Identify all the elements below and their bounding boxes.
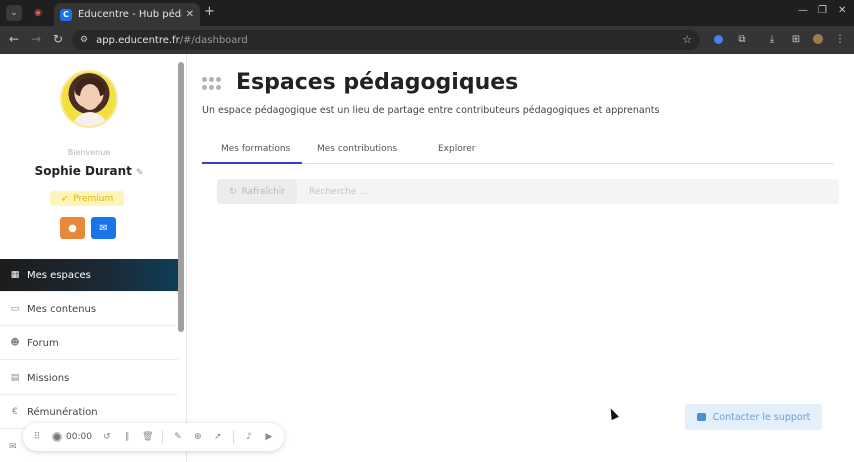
pencil-icon[interactable]: ✎ [136, 168, 144, 178]
tab-title: Educentre - Hub pédag... [77, 9, 182, 20]
tab-mes-formations[interactable]: Mes formations [221, 144, 290, 154]
sidebar-item-label: Rémunération [27, 406, 98, 418]
site-info-icon[interactable]: ⚙ [80, 35, 88, 45]
grid-dots-icon [202, 77, 222, 91]
browser-address-bar: ← → ↻ ⚙ app.educentre.fr/#/dashboard ☆ ⧉… [0, 26, 854, 54]
maximize-icon[interactable]: ❐ [818, 5, 827, 16]
sidebar: Bienvenue Sophie Durant ✎ ➶ Premium ● ✉ ▦… [0, 54, 187, 462]
avatar[interactable] [60, 70, 118, 128]
bookmark-star-icon[interactable]: ☆ [682, 33, 692, 46]
extensions-puzzle-icon[interactable]: ⧉ [736, 33, 748, 45]
divider [161, 430, 163, 444]
refresh-button[interactable]: ↻ Rafraîchir [217, 179, 297, 204]
refresh-label: Rafraîchir [241, 186, 285, 197]
profile-icon[interactable] [812, 33, 824, 45]
screen-recorder-bar: ⠿ 00:00 ↺ ∥ 🗑 ✎ ⊕ ➚ ♪ ▶ [23, 423, 284, 451]
extension-blue-icon[interactable] [712, 33, 724, 45]
chat-icon [696, 413, 706, 421]
camera-icon[interactable]: ▶ [264, 432, 274, 442]
mouse-cursor [607, 406, 619, 421]
tab-mes-contributions[interactable]: Mes contributions [317, 144, 397, 154]
reload-icon[interactable]: ↻ [53, 32, 63, 46]
record-icon[interactable] [52, 432, 62, 442]
educentre-favicon-icon: C [60, 8, 72, 21]
profile-button[interactable]: ● [60, 217, 85, 239]
forward-icon[interactable]: → [31, 32, 41, 46]
restart-icon[interactable]: ↺ [102, 432, 112, 442]
sidebar-item-missions[interactable]: ▤ Missions [0, 362, 178, 395]
sidebar-scrollbar[interactable] [178, 62, 184, 332]
user-name: Sophie Durant ✎ [0, 164, 178, 178]
mail-icon[interactable]: ✉ [9, 442, 17, 452]
support-label: Contacter le support [712, 411, 811, 423]
divider [232, 430, 234, 444]
back-icon[interactable]: ← [9, 32, 19, 46]
download-icon[interactable]: ⤓ [766, 33, 778, 45]
tab-explorer[interactable]: Explorer [438, 144, 475, 154]
filter-toolbar: ↻ Rafraîchir [217, 179, 839, 204]
coin-icon: € [12, 407, 18, 417]
active-tab-indicator [202, 162, 302, 164]
url-field[interactable]: ⚙ app.educentre.fr/#/dashboard ☆ [72, 30, 700, 50]
rocket-icon: ➶ [60, 193, 69, 204]
extension-icon[interactable]: ⊞ [790, 33, 802, 45]
browser-tab-bar: ⌄ ◉ C Educentre - Hub pédag... ✕ + — ❐ ✕ [0, 0, 854, 26]
premium-label: Premium [73, 193, 114, 204]
drag-handle-icon[interactable]: ⠿ [32, 432, 42, 442]
close-tab-icon[interactable]: ✕ [186, 9, 194, 20]
envelope-icon: ✉ [99, 222, 108, 234]
target-icon[interactable]: ⊕ [193, 432, 203, 442]
messages-button[interactable]: ✉ [91, 217, 116, 239]
folder-open-icon: ▭ [10, 304, 20, 314]
grid-icon: ▦ [10, 270, 20, 280]
premium-badge: ➶ Premium [50, 191, 124, 206]
contact-support-button[interactable]: Contacter le support [685, 404, 822, 430]
sidebar-item-label: Mes contenus [27, 303, 97, 315]
sidebar-item-label: Missions [27, 372, 70, 384]
recording-time: 00:00 [66, 432, 92, 442]
microphone-icon[interactable]: ♪ [244, 432, 254, 442]
page-subtitle: Un espace pédagogique est un lieu de par… [202, 105, 660, 116]
recording-indicator-icon: ◉ [34, 8, 42, 18]
sidebar-item-forum[interactable]: ☻ Forum [0, 327, 178, 360]
users-icon: ☻ [10, 338, 20, 348]
sidebar-item-label: Forum [27, 337, 59, 349]
minimize-icon[interactable]: — [798, 5, 808, 16]
menu-dots-icon[interactable]: ⋮ [834, 33, 846, 45]
tab-search-icon[interactable]: ⌄ [6, 5, 22, 21]
user-name-text: Sophie Durant [34, 164, 132, 178]
sidebar-item-label: Mes espaces [27, 269, 91, 281]
refresh-icon: ↻ [229, 186, 237, 197]
user-circle-icon: ● [68, 222, 77, 234]
pause-icon[interactable]: ∥ [122, 432, 132, 442]
sidebar-item-mes-espaces[interactable]: ▦ Mes espaces [0, 259, 178, 292]
welcome-text: Bienvenue [67, 148, 111, 157]
clipboard-icon: ▤ [10, 373, 20, 383]
pointer-icon[interactable]: ➚ [213, 432, 223, 442]
page-title: Espaces pédagogiques [236, 70, 519, 95]
search-input[interactable] [303, 181, 833, 202]
tabs: Mes formations Mes contributions Explore… [202, 137, 834, 164]
browser-tab[interactable]: C Educentre - Hub pédag... ✕ [54, 3, 200, 26]
sidebar-item-mes-contenus[interactable]: ▭ Mes contenus [0, 293, 178, 326]
close-window-icon[interactable]: ✕ [838, 5, 846, 16]
pen-icon[interactable]: ✎ [173, 432, 183, 442]
url-path: /#/dashboard [179, 34, 248, 46]
new-tab-icon[interactable]: + [204, 4, 215, 19]
url-host: app.educentre.fr [96, 34, 180, 46]
trash-icon[interactable]: 🗑 [142, 432, 153, 442]
